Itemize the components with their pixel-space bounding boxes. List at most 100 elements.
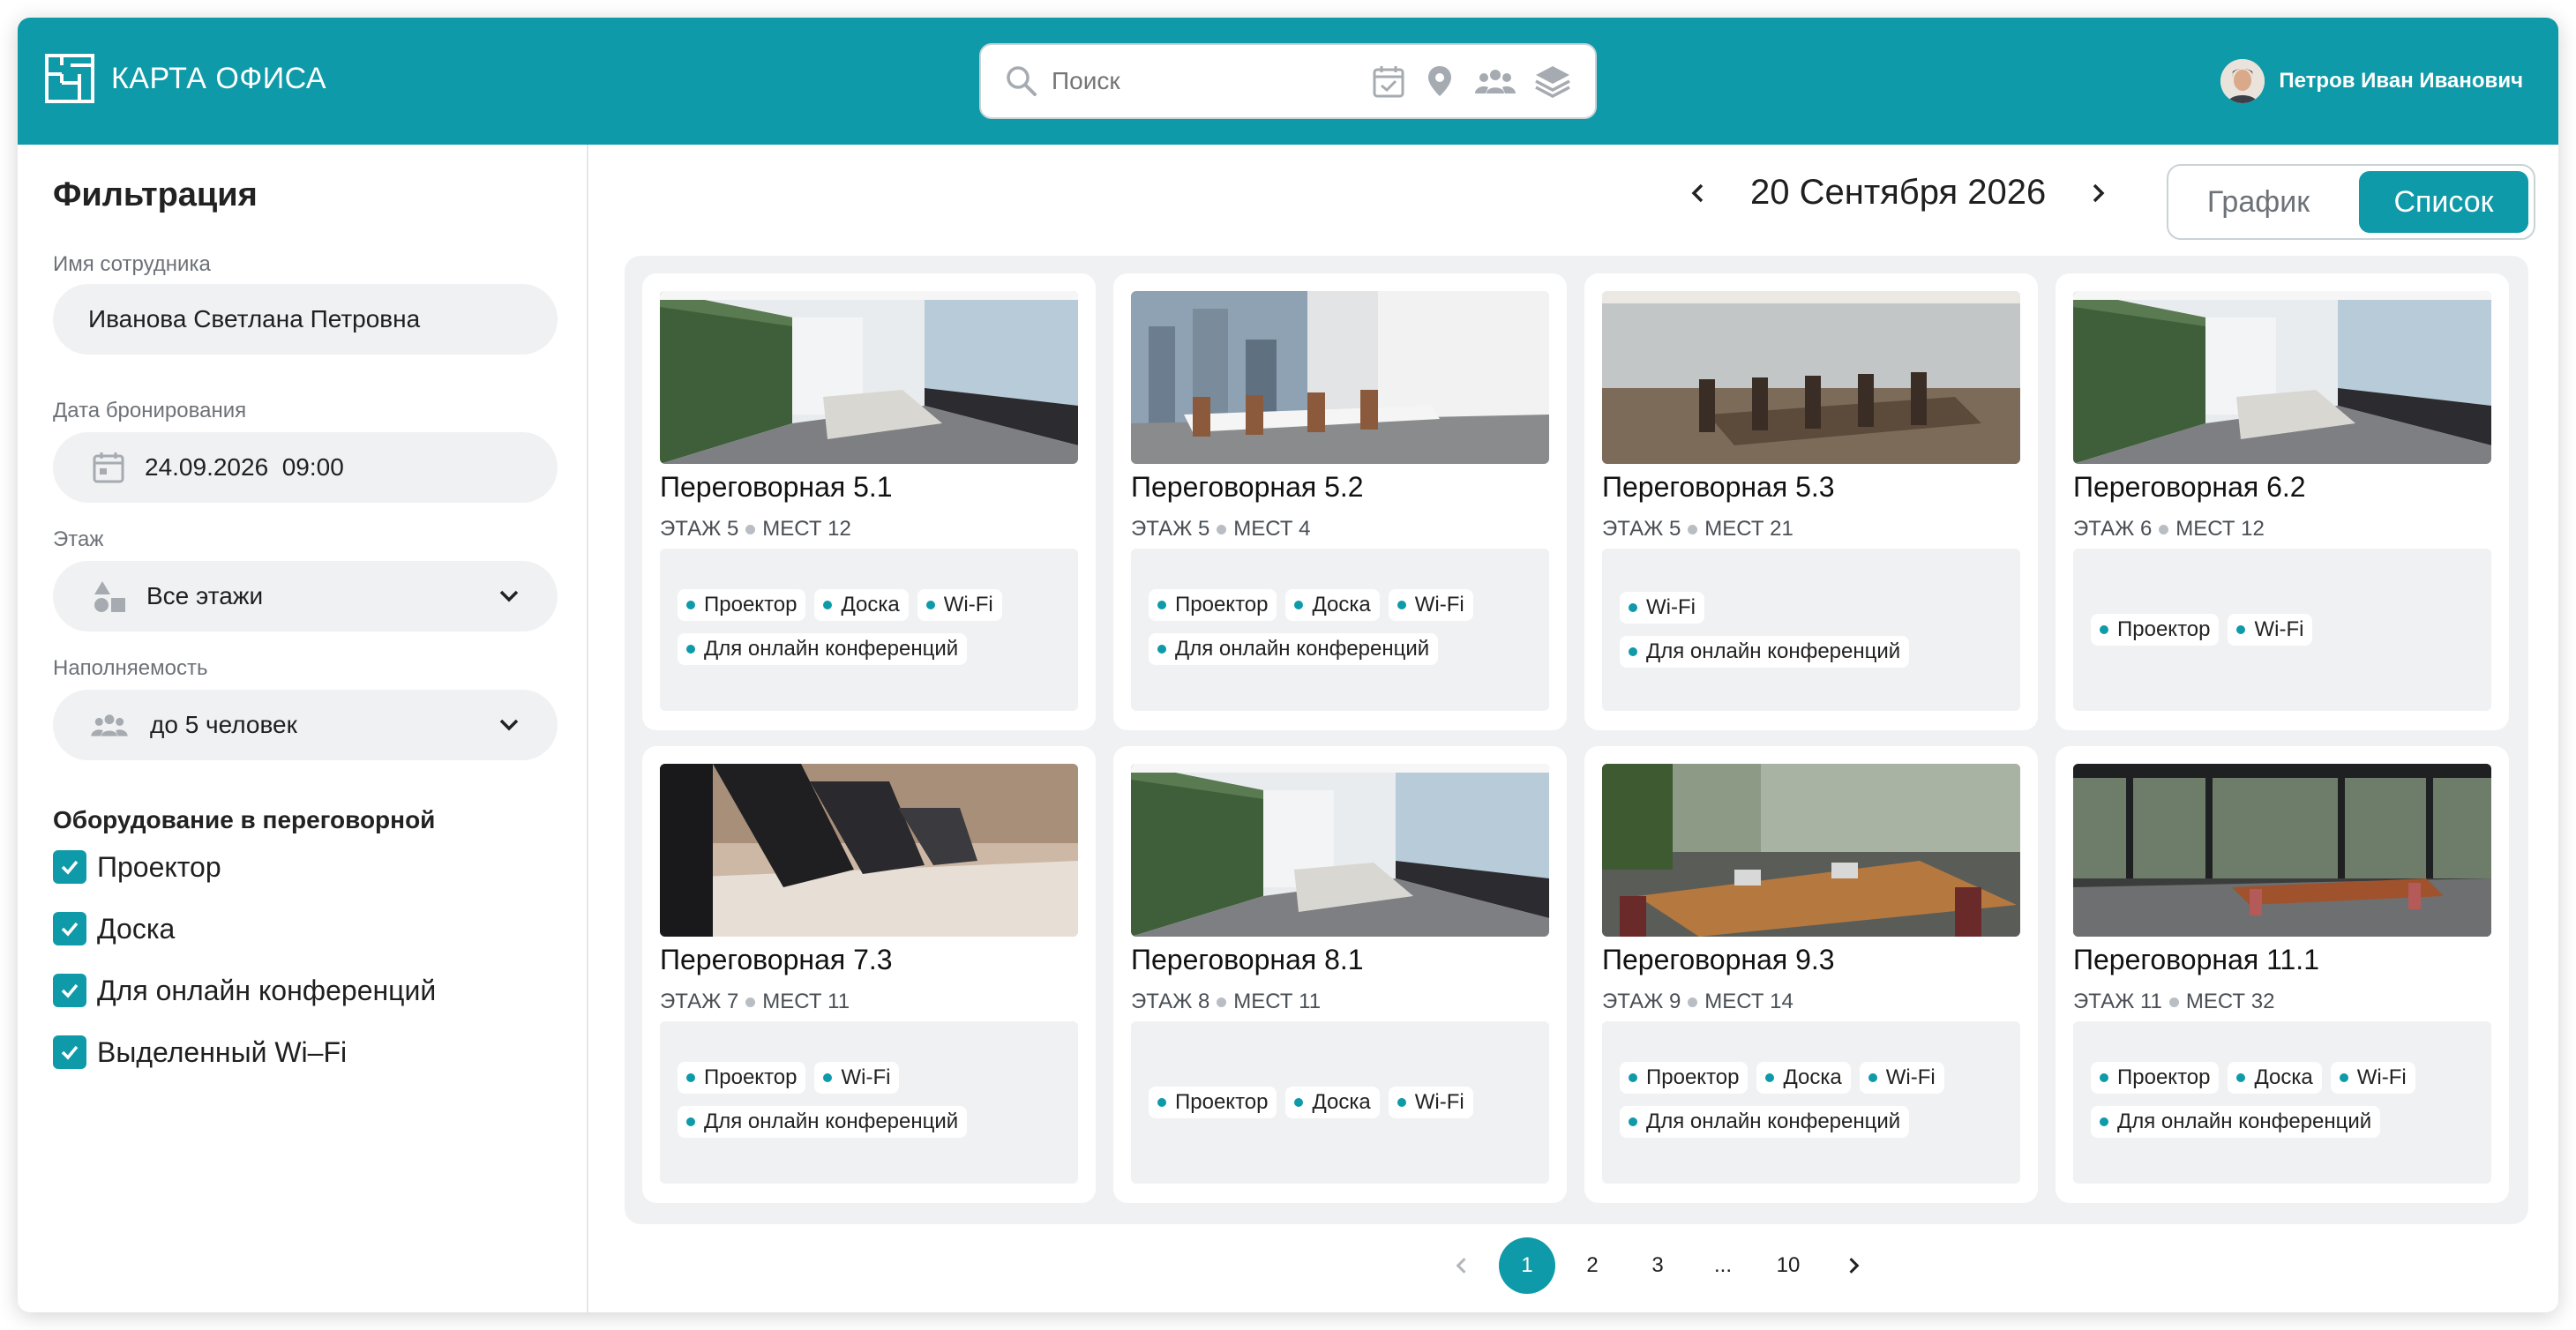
equipment-checkbox-online[interactable]: Для онлайн конференций — [53, 974, 436, 1007]
room-card[interactable]: Переговорная 5.3 ЭТАЖ 5 МЕСТ 21 Wi-Fi Для… — [1584, 273, 2038, 730]
equipment-label: Выделенный Wi–Fi — [97, 1035, 348, 1068]
equipment-tag-label: Доска — [1312, 1090, 1371, 1114]
capacity-label: Наполняемость — [53, 656, 208, 680]
top-bar: КАРТА ОФИСА Поиск Петров Иван Иванович — [18, 18, 2558, 145]
room-card[interactable]: Переговорная 5.2 ЭТАЖ 5 МЕСТ 4 Проектор Д… — [1113, 273, 1567, 730]
room-photo — [1602, 764, 2020, 937]
room-title: Переговорная 11.1 — [2073, 944, 2319, 975]
people-icon[interactable] — [1473, 64, 1517, 99]
search-box[interactable] — [979, 43, 1597, 119]
room-card[interactable]: Переговорная 7.3 ЭТАЖ 7 МЕСТ 11 Проектор … — [642, 746, 1096, 1203]
tag-dot — [823, 601, 833, 609]
room-meta: ЭТАЖ 6 МЕСТ 12 — [2073, 517, 2265, 542]
equipment-tag-label: Доска — [1312, 593, 1371, 616]
room-floor: ЭТАЖ 7 — [660, 990, 739, 1013]
room-seats: МЕСТ 32 — [2185, 990, 2275, 1013]
tag-dot — [1629, 1117, 1637, 1126]
equipment-tag-label: Проектор — [704, 593, 798, 616]
room-title: Переговорная 5.1 — [660, 471, 893, 503]
checkbox-checked-icon[interactable] — [53, 850, 86, 884]
tag-dot — [686, 601, 695, 609]
layers-icon[interactable] — [1533, 64, 1572, 99]
search-input[interactable] — [1052, 67, 1334, 95]
room-card[interactable]: Переговорная 9.3 ЭТАЖ 9 МЕСТ 14 Проектор … — [1584, 746, 2038, 1203]
room-title: Переговорная 8.1 — [1131, 944, 1364, 975]
equipment-tag-label: Проектор — [2117, 617, 2211, 641]
equipment-tag: Проектор — [678, 1062, 806, 1094]
tag-dot — [1765, 1073, 1775, 1082]
app-window: КАРТА ОФИСА Поиск Петров Иван Иванович Ф… — [18, 18, 2558, 1312]
room-floor: ЭТАЖ 9 — [1602, 990, 1681, 1013]
checkbox-checked-icon[interactable] — [53, 1035, 86, 1069]
prev-page-button[interactable] — [1434, 1237, 1490, 1294]
location-pin-icon[interactable] — [1422, 64, 1457, 99]
view-toggle: График Список — [2167, 164, 2535, 240]
room-card[interactable]: Переговорная 8.1 ЭТАЖ 8 МЕСТ 11 Проектор … — [1113, 746, 1567, 1203]
room-card[interactable]: Переговорная 6.2 ЭТАЖ 6 МЕСТ 12 Проектор … — [2056, 273, 2509, 730]
tag-dot — [686, 645, 695, 654]
separator-dot — [2159, 524, 2169, 534]
tag-dot — [925, 601, 935, 609]
floor-plan-icon — [45, 54, 94, 103]
chevron-right-icon[interactable] — [2085, 180, 2111, 206]
page-button[interactable]: 1 — [1499, 1237, 1555, 1294]
equipment-tag-label: Проектор — [1646, 1065, 1740, 1089]
tag-dot — [686, 1073, 695, 1082]
employee-field[interactable]: Иванова Светлана Петровна — [53, 284, 558, 355]
tag-dot — [1397, 601, 1406, 609]
floor-select[interactable]: Все этажи — [53, 561, 558, 631]
equipment-tag-label: Проектор — [1175, 1090, 1269, 1114]
equipment-tag-label: Для онлайн конференций — [704, 637, 959, 661]
next-page-button[interactable] — [1825, 1237, 1882, 1294]
equipment-tag-label: Wi-Fi — [2254, 617, 2304, 641]
tab-list[interactable]: Список — [2359, 171, 2528, 233]
page-button[interactable]: 2 — [1564, 1237, 1621, 1294]
room-equipment: Проектор Доска Wi-Fi — [1131, 1021, 1549, 1184]
room-seats: МЕСТ 12 — [762, 517, 851, 541]
page-button[interactable]: 10 — [1760, 1237, 1816, 1294]
chevron-down-icon[interactable] — [496, 712, 522, 738]
chevron-right-icon — [1849, 1258, 1860, 1274]
tab-schedule[interactable]: График — [2174, 171, 2343, 233]
chevron-left-icon[interactable] — [1685, 180, 1711, 206]
calendar-icon[interactable] — [1371, 64, 1406, 99]
rooms-grid: Переговорная 5.1 ЭТАЖ 5 МЕСТ 12 Проектор … — [625, 256, 2528, 1224]
tag-dot — [686, 1117, 695, 1126]
room-meta: ЭТАЖ 5 МЕСТ 12 — [660, 517, 851, 542]
room-floor: ЭТАЖ 6 — [2073, 517, 2153, 541]
tag-dot — [2100, 1117, 2108, 1126]
user-menu[interactable]: Петров Иван Иванович — [2220, 59, 2523, 103]
equipment-tag-label: Wi-Fi — [943, 593, 993, 616]
date-label: Дата бронирования — [53, 399, 247, 422]
capacity-value: до 5 человек — [150, 711, 297, 738]
room-photo — [2073, 291, 2491, 464]
chevron-down-icon[interactable] — [496, 583, 522, 609]
avatar[interactable] — [2220, 59, 2265, 103]
checkbox-checked-icon[interactable] — [53, 974, 86, 1007]
separator-dot — [1217, 997, 1227, 1007]
checkbox-checked-icon[interactable] — [53, 912, 86, 945]
page-button[interactable]: 3 — [1629, 1237, 1686, 1294]
equipment-tag-label: Wi-Fi — [1414, 593, 1464, 616]
date-value: 24.09.2026 09:00 — [145, 453, 344, 481]
room-equipment: Проектор Wi-Fi Для онлайн конференций — [660, 1021, 1078, 1184]
tag-dot — [823, 1073, 833, 1082]
room-floor: ЭТАЖ 8 — [1131, 990, 1210, 1013]
equipment-tag-label: Доска — [1783, 1065, 1842, 1089]
equipment-tag-label: Доска — [841, 593, 900, 616]
people-icon — [88, 709, 131, 741]
equipment-checkbox-projector[interactable]: Проектор — [53, 850, 221, 884]
equipment-tag: Wi-Fi — [1388, 1087, 1473, 1118]
equipment-checkbox-wifi[interactable]: Выделенный Wi–Fi — [53, 1035, 347, 1069]
room-title: Переговорная 6.2 — [2073, 471, 2306, 503]
capacity-select[interactable]: до 5 человек — [53, 690, 558, 760]
logo[interactable]: КАРТА ОФИСА — [44, 53, 326, 104]
date-field[interactable]: 24.09.2026 09:00 — [53, 432, 558, 503]
filter-title: Фильтрация — [53, 176, 258, 213]
equipment-checkbox-board[interactable]: Доска — [53, 912, 175, 945]
equipment-tag-label: Проектор — [1175, 593, 1269, 616]
chevron-left-icon — [1456, 1258, 1466, 1274]
room-card[interactable]: Переговорная 11.1 ЭТАЖ 11 МЕСТ 32 Проекто… — [2056, 746, 2509, 1203]
tag-dot — [1157, 1098, 1166, 1107]
room-card[interactable]: Переговорная 5.1 ЭТАЖ 5 МЕСТ 12 Проектор … — [642, 273, 1096, 730]
